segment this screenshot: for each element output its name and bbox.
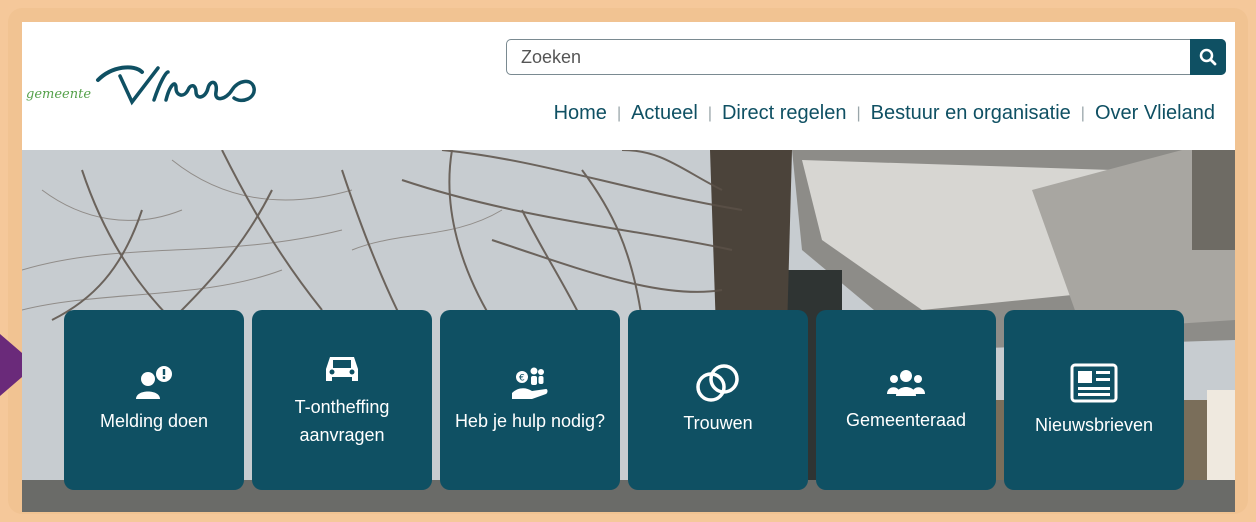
svg-text:€: € (519, 374, 525, 384)
tile-label: Trouwen (683, 413, 753, 433)
tile-label: Gemeenteraad (845, 410, 967, 430)
tile-melding-doen[interactable]: Melding doen (64, 310, 244, 490)
website-page: gemeente Home | Actueel | Direct regelen (22, 22, 1235, 512)
car-icon (326, 357, 358, 381)
site-header: gemeente Home | Actueel | Direct regelen (22, 22, 1235, 150)
tile-nieuwsbrieven[interactable]: Nieuwsbrieven (1004, 310, 1184, 490)
tile-label: T-ontheffing (294, 397, 390, 417)
nav-separator: | (1080, 104, 1085, 122)
nav-separator: | (707, 104, 712, 122)
tile-label: Nieuwsbrieven (1034, 415, 1154, 435)
tile-label-line2: aanvragen (299, 425, 385, 445)
nav-separator: | (856, 104, 861, 122)
site-logo[interactable]: gemeente (24, 62, 264, 112)
quick-links: Melding doen T-ontheffing aanvragen € He… (64, 310, 1192, 490)
tile-gemeenteraad[interactable]: Gemeenteraad (816, 310, 996, 490)
nav-actueel[interactable]: Actueel (631, 102, 698, 125)
help-hand-icon: € (512, 367, 548, 399)
report-person-icon (136, 366, 172, 399)
search-button[interactable] (1190, 39, 1226, 75)
logo-prefix: gemeente (26, 87, 92, 102)
rings-icon (696, 364, 739, 402)
newspaper-icon (1070, 363, 1118, 403)
tile-label: Melding doen (99, 411, 209, 431)
nav-home[interactable]: Home (554, 102, 607, 125)
tile-t-ontheffing[interactable]: T-ontheffing aanvragen (252, 310, 432, 490)
tile-trouwen[interactable]: Trouwen (628, 310, 808, 490)
main-navigation: Home | Actueel | Direct regelen | Bestuu… (554, 102, 1215, 125)
nav-over-vlieland[interactable]: Over Vlieland (1095, 102, 1215, 125)
search-icon (1199, 48, 1217, 66)
search-input[interactable] (507, 40, 1201, 74)
council-icon (887, 370, 925, 396)
tile-label: Heb je hulp nodig? (454, 411, 606, 431)
nav-separator: | (616, 104, 622, 122)
hero-banner: Melding doen T-ontheffing aanvragen € He… (22, 150, 1235, 512)
nav-bestuur[interactable]: Bestuur en organisatie (871, 102, 1071, 125)
search-bar (506, 39, 1226, 75)
nav-direct-regelen[interactable]: Direct regelen (722, 102, 847, 125)
logo-wordmark-icon (96, 65, 256, 106)
tile-hulp-nodig[interactable]: € Heb je hulp nodig? (440, 310, 620, 490)
